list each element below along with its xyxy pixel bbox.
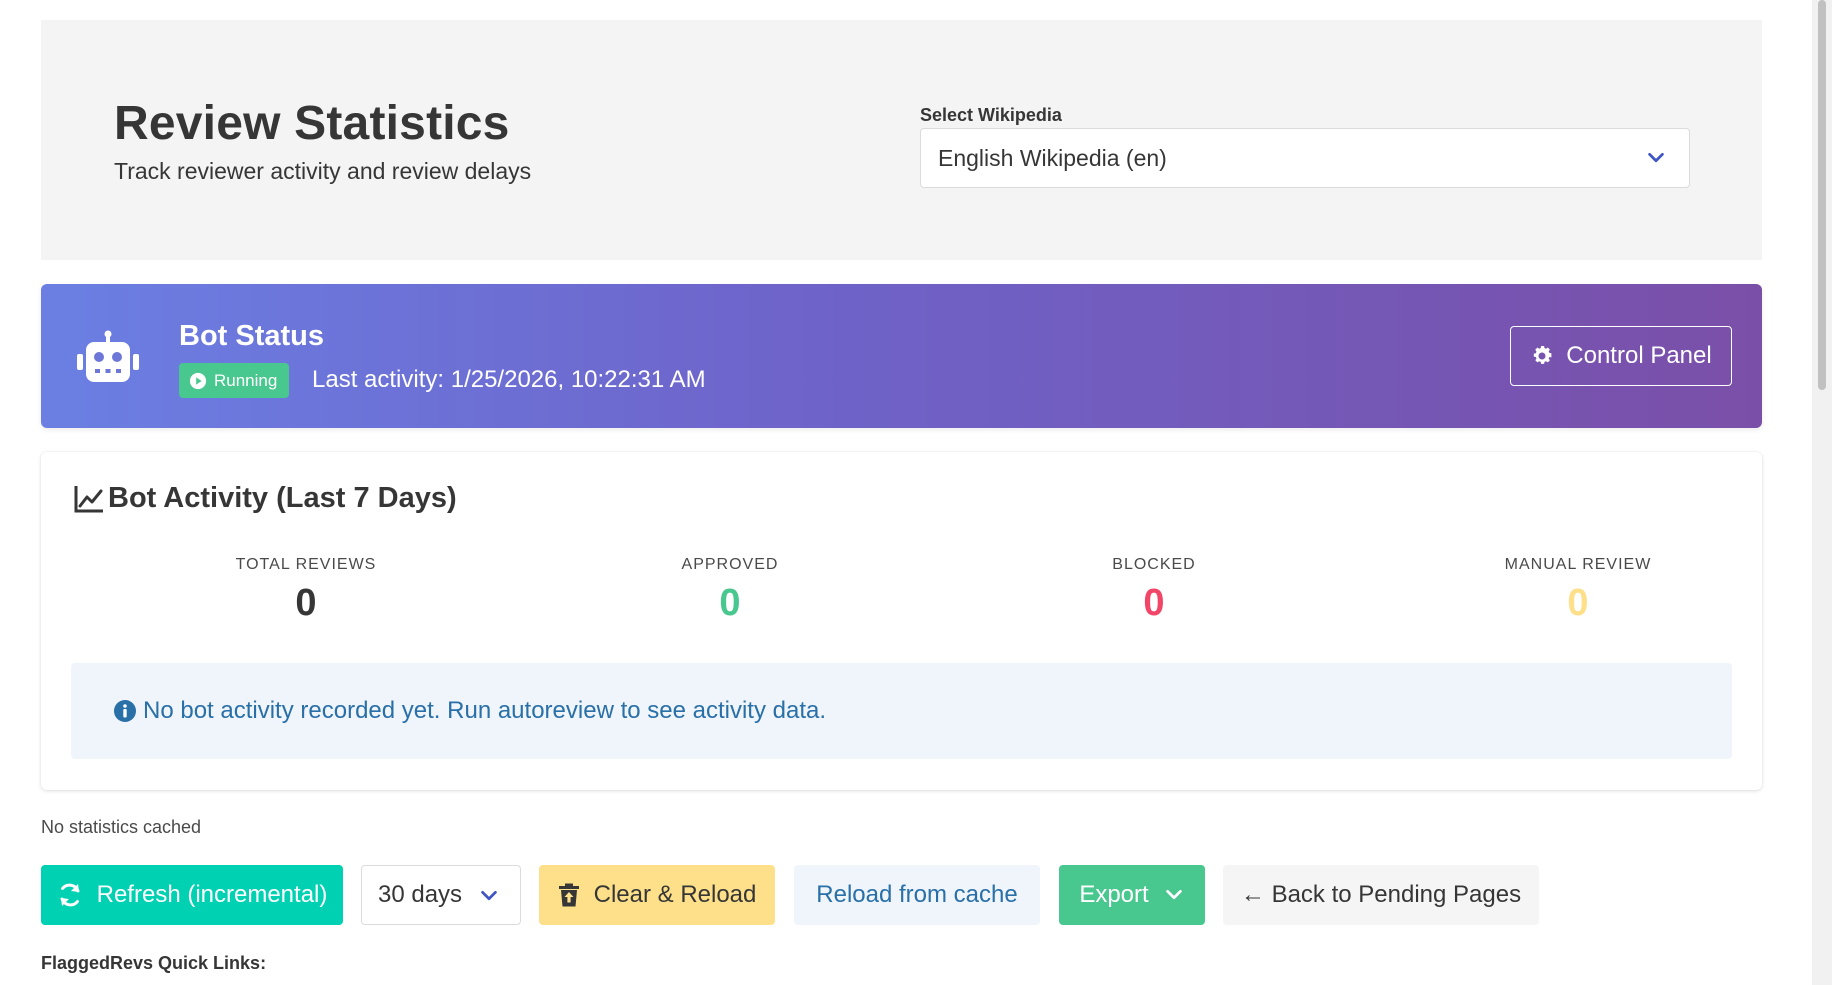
- stat-approved: APPROVED 0: [580, 556, 880, 625]
- robot-icon: [77, 330, 139, 382]
- stat-manual-review: MANUAL REVIEW 0: [1428, 556, 1728, 625]
- stat-value: 0: [1143, 582, 1165, 624]
- export-dropdown-button[interactable]: Export: [1059, 865, 1205, 925]
- bot-activity-title-text: Bot Activity (Last 7 Days): [108, 482, 457, 514]
- wikipedia-select-label: Select Wikipedia: [920, 105, 1062, 125]
- control-panel-button[interactable]: Control Panel: [1510, 326, 1732, 386]
- cache-status-text: No statistics cached: [41, 817, 202, 837]
- vertical-scrollbar[interactable]: [1812, 0, 1832, 985]
- stat-value: 0: [295, 582, 317, 624]
- stat-total-reviews: TOTAL REVIEWS 0: [156, 556, 456, 625]
- play-circle-icon: [189, 372, 207, 389]
- control-panel-label: Control Panel: [1566, 342, 1712, 369]
- reload-from-cache-label: Reload from cache: [816, 881, 1018, 908]
- bot-status-title: Bot Status: [179, 320, 324, 352]
- bot-activity-title: Bot Activity (Last 7 Days): [73, 482, 457, 515]
- stat-value: 0: [1567, 582, 1589, 624]
- last-activity-text: Last activity: 1/25/2026, 10:22:31 AM: [312, 366, 706, 393]
- running-status-badge: Running: [179, 363, 290, 398]
- bot-activity-card: Bot Activity (Last 7 Days) TOTAL REVIEWS…: [41, 452, 1762, 790]
- info-circle-icon: [114, 700, 136, 722]
- no-activity-message: No bot activity recorded yet. Run autore…: [143, 697, 827, 724]
- days-range-select[interactable]: 30 days: [361, 865, 521, 925]
- trash-icon: [558, 883, 579, 907]
- stat-label: MANUAL REVIEW: [1504, 556, 1652, 573]
- export-label: Export: [1079, 881, 1149, 908]
- running-status-label: Running: [214, 370, 278, 390]
- chevron-down-icon: [1165, 889, 1182, 900]
- quick-links-heading: FlaggedRevs Quick Links:: [41, 953, 267, 973]
- stat-label: APPROVED: [681, 556, 779, 573]
- back-to-pending-pages-button[interactable]: ← Back to Pending Pages: [1223, 865, 1539, 925]
- hero-section: Review Statistics Track reviewer activit…: [41, 20, 1762, 260]
- bot-status-banner: Bot Status Running Last activity: 1/25/2…: [41, 284, 1762, 428]
- stat-label: TOTAL REVIEWS: [235, 556, 377, 573]
- refresh-label: Refresh (incremental): [96, 881, 328, 908]
- stat-label: BLOCKED: [1112, 556, 1196, 573]
- refresh-icon: [60, 883, 80, 907]
- no-activity-notification: No bot activity recorded yet. Run autore…: [71, 663, 1732, 759]
- gear-icon: [1534, 346, 1552, 364]
- wikipedia-select-value: English Wikipedia (en): [938, 144, 1167, 171]
- wikipedia-select[interactable]: English Wikipedia (en): [920, 128, 1690, 188]
- line-chart-icon: [74, 485, 103, 512]
- page-subtitle: Track reviewer activity and review delay…: [114, 158, 532, 184]
- clear-reload-label: Clear & Reload: [593, 881, 757, 908]
- page-title: Review Statistics: [114, 97, 510, 150]
- stat-value: 0: [719, 582, 741, 624]
- chevron-down-icon: [1648, 152, 1664, 163]
- reload-from-cache-button[interactable]: Reload from cache: [794, 865, 1040, 925]
- days-range-value: 30 days: [378, 881, 463, 908]
- scrollbar-thumb[interactable]: [1818, 0, 1826, 390]
- refresh-incremental-button[interactable]: Refresh (incremental): [41, 865, 343, 925]
- page: Review Statistics Track reviewer activit…: [0, 0, 1832, 985]
- clear-reload-button[interactable]: Clear & Reload: [539, 865, 775, 925]
- stat-blocked: BLOCKED 0: [1004, 556, 1304, 625]
- back-label: ← Back to Pending Pages: [1240, 881, 1522, 908]
- chevron-down-icon: [481, 890, 497, 901]
